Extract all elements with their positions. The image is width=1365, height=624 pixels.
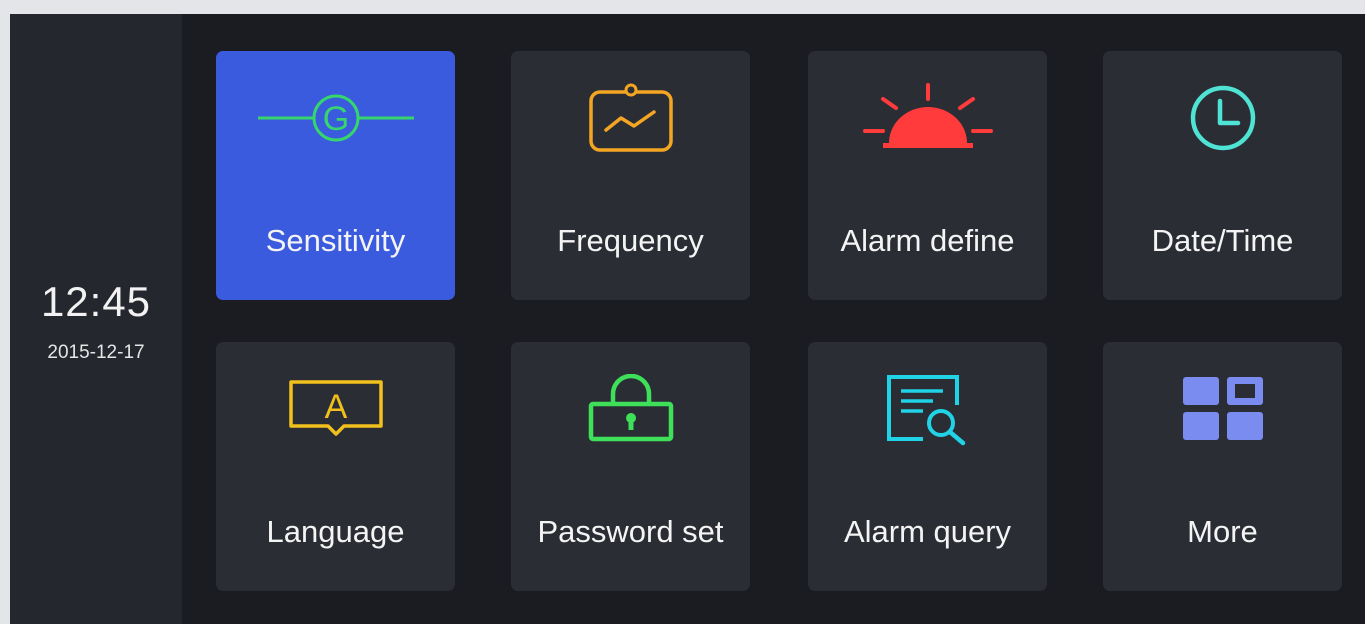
alarm-query-label: Alarm query <box>843 514 1012 549</box>
search-document-icon <box>808 364 1047 454</box>
svg-text:A: A <box>324 388 347 426</box>
frequency-chart-icon <box>511 73 750 163</box>
device-screen: 12:45 2015-12-17 G Sensitivity Frequency… <box>10 14 1365 624</box>
lock-icon <box>511 364 750 454</box>
more-label: More <box>1187 514 1258 549</box>
date-time-button[interactable]: Date/Time <box>1103 51 1342 300</box>
language-label: Language <box>266 514 405 549</box>
password-set-button[interactable]: Password set <box>511 342 750 591</box>
language-button[interactable]: A Language <box>216 342 455 591</box>
date-time-label: Date/Time <box>1151 223 1294 258</box>
more-grid-icon <box>1103 364 1342 454</box>
sensitivity-label: Sensitivity <box>265 223 406 258</box>
svg-text:G: G <box>322 100 348 138</box>
clock-icon <box>1103 73 1342 163</box>
sensitivity-button[interactable]: G Sensitivity <box>216 51 455 300</box>
g-sensor-icon: G <box>216 73 455 163</box>
alarm-define-label: Alarm define <box>840 223 1015 258</box>
alarm-light-icon <box>808 73 1047 163</box>
frequency-button[interactable]: Frequency <box>511 51 750 300</box>
more-button[interactable]: More <box>1103 342 1342 591</box>
language-icon: A <box>216 364 455 454</box>
clock-date: 2015-12-17 <box>47 342 145 363</box>
alarm-define-button[interactable]: Alarm define <box>808 51 1047 300</box>
device-bezel: 12:45 2015-12-17 G Sensitivity Frequency… <box>0 0 1365 624</box>
sidebar: 12:45 2015-12-17 <box>10 14 182 624</box>
password-set-label: Password set <box>537 514 724 549</box>
alarm-query-button[interactable]: Alarm query <box>808 342 1047 591</box>
frequency-label: Frequency <box>557 223 704 258</box>
clock-time: 12:45 <box>40 278 152 325</box>
